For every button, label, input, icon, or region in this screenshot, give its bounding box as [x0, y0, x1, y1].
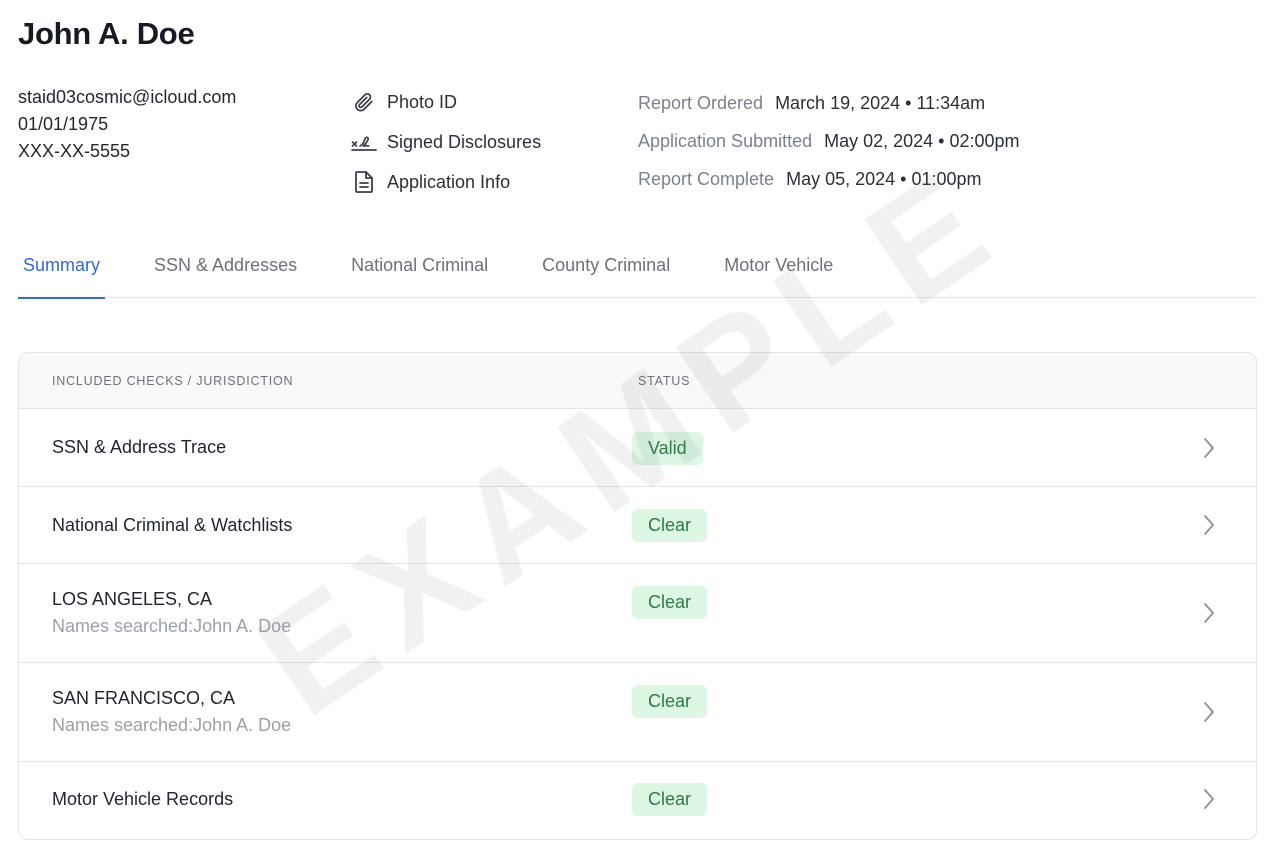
names-searched: Names searched:John A. Doe — [52, 616, 292, 636]
applicant-dob: 01/01/1975 — [18, 114, 109, 134]
status-badge: Clear — [632, 586, 708, 619]
photo-id-link[interactable]: Photo ID — [350, 82, 541, 122]
photo-id-label: Photo ID — [387, 91, 458, 112]
document-icon — [350, 170, 378, 194]
tab-national-criminal[interactable]: National Criminal — [346, 232, 493, 298]
table-row[interactable]: National Criminal & Watchlists Clear — [19, 487, 1256, 564]
date-label: Application Submitted — [638, 130, 813, 151]
table-header: INCLUDED CHECKS / JURISDICTION STATUS — [19, 353, 1256, 409]
column-header-status: STATUS — [638, 374, 691, 388]
paperclip-icon — [350, 90, 378, 114]
status-badge: Clear — [632, 783, 708, 816]
date-value: March 19, 2024 • 11:34am — [775, 92, 986, 113]
document-links: Photo ID Signed Disclosures Application … — [350, 82, 541, 202]
check-title: SSN & Address Trace — [52, 437, 227, 457]
chevron-right-icon[interactable] — [1201, 602, 1217, 624]
check-title: National Criminal & Watchlists — [52, 515, 293, 535]
chevron-right-icon[interactable] — [1201, 437, 1217, 459]
tab-motor-vehicle[interactable]: Motor Vehicle — [719, 232, 838, 298]
table-row[interactable]: Motor Vehicle Records Clear — [19, 762, 1256, 839]
table-row[interactable]: SSN & Address Trace Valid — [19, 409, 1256, 487]
status-badge: Clear — [632, 685, 708, 718]
names-searched: Names searched:John A. Doe — [52, 715, 292, 735]
report-dates: Report Ordered March 19, 2024 • 11:34am … — [638, 84, 1020, 198]
check-title: LOS ANGELES, CA — [52, 589, 213, 609]
date-label: Report Complete — [638, 168, 775, 189]
table-row[interactable]: LOS ANGELES, CA Names searched:John A. D… — [19, 564, 1256, 663]
status-badge: Valid — [632, 432, 703, 465]
application-info-link[interactable]: Application Info — [350, 162, 541, 202]
table-row[interactable]: SAN FRANCISCO, CA Names searched:John A.… — [19, 663, 1256, 762]
check-title: Motor Vehicle Records — [52, 789, 234, 809]
application-submitted: Application Submitted May 02, 2024 • 02:… — [638, 122, 1020, 160]
background-check-report: John A. Doe staid03cosmic@icloud.com 01/… — [0, 0, 1280, 858]
checks-table: INCLUDED CHECKS / JURISDICTION STATUS SS… — [18, 352, 1257, 840]
tab-county-criminal[interactable]: County Criminal — [537, 232, 675, 298]
chevron-right-icon[interactable] — [1201, 701, 1217, 723]
tab-ssn-addresses[interactable]: SSN & Addresses — [149, 232, 302, 298]
date-label: Report Ordered — [638, 92, 764, 113]
date-value: May 02, 2024 • 02:00pm — [824, 130, 1020, 151]
column-header-checks: INCLUDED CHECKS / JURISDICTION — [52, 374, 294, 388]
chevron-right-icon[interactable] — [1201, 788, 1217, 810]
status-badge: Clear — [632, 509, 708, 542]
applicant-ssn: XXX-XX-5555 — [18, 141, 131, 161]
application-info-label: Application Info — [387, 171, 511, 192]
tab-summary[interactable]: Summary — [18, 232, 106, 299]
signature-icon — [350, 130, 378, 154]
date-value: May 05, 2024 • 01:00pm — [786, 168, 982, 189]
report-complete: Report Complete May 05, 2024 • 01:00pm — [638, 160, 1020, 198]
report-tabs: Summary SSN & Addresses National Crimina… — [18, 232, 1257, 299]
report-ordered: Report Ordered March 19, 2024 • 11:34am — [638, 84, 1020, 122]
applicant-contact: staid03cosmic@icloud.com 01/01/1975 XXX-… — [18, 84, 236, 165]
applicant-email: staid03cosmic@icloud.com — [18, 87, 237, 107]
check-title: SAN FRANCISCO, CA — [52, 688, 236, 708]
applicant-name: John A. Doe — [18, 16, 195, 51]
signed-disclosures-label: Signed Disclosures — [387, 131, 542, 152]
chevron-right-icon[interactable] — [1201, 514, 1217, 536]
signed-disclosures-link[interactable]: Signed Disclosures — [350, 122, 541, 162]
